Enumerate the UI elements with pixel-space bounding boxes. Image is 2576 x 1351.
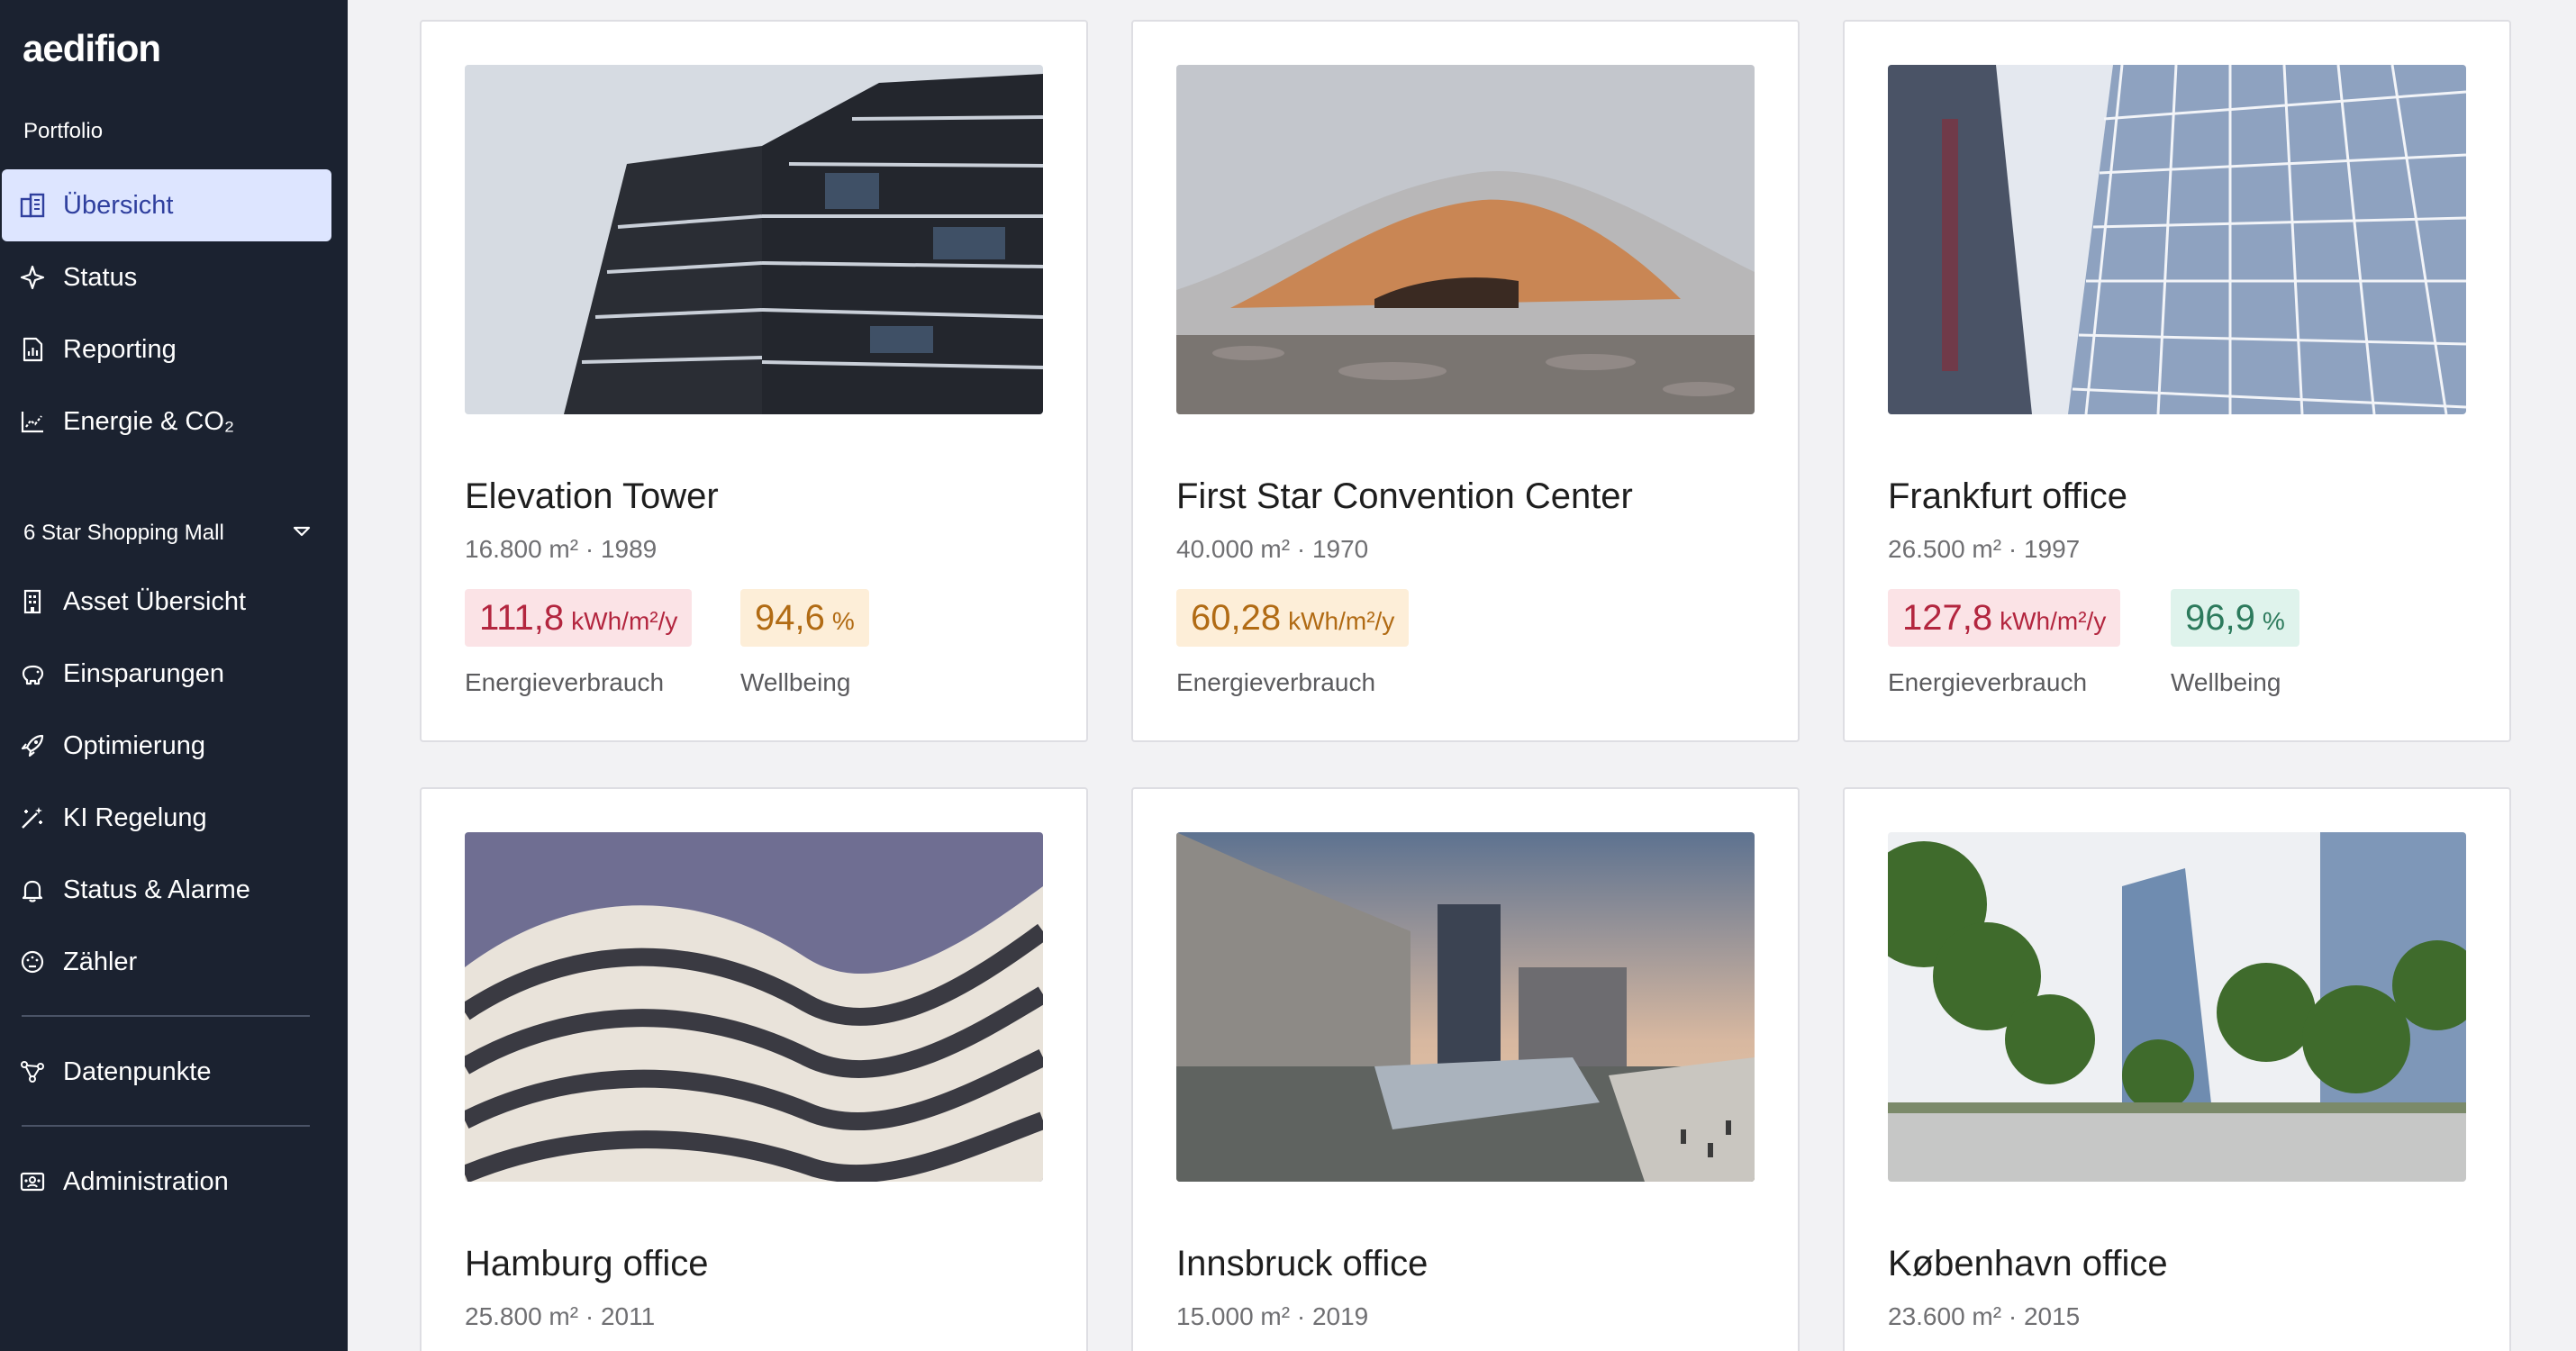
building-card-first-star[interactable]: First Star Convention Center 40.000 m² ·… bbox=[1131, 20, 1800, 742]
sidebar-item-label: Übersicht bbox=[63, 190, 174, 220]
sidebar-item-label: Reporting bbox=[63, 334, 177, 364]
building-name[interactable]: First Star Convention Center bbox=[1176, 476, 1633, 517]
building-photo bbox=[1176, 65, 1755, 414]
metric-badge: 60,28 kWh/m²/y bbox=[1176, 589, 1410, 647]
metric-badge: 94,6 % bbox=[740, 589, 869, 647]
sidebar-item-ki-regelung[interactable]: KI Regelung bbox=[2, 782, 331, 854]
gauge-icon bbox=[18, 948, 47, 976]
building-name[interactable]: Innsbruck office bbox=[1176, 1244, 1428, 1284]
sidebar-item-administration[interactable]: Administration bbox=[2, 1146, 331, 1218]
metric-unit: kWh/m²/y bbox=[2000, 607, 2107, 635]
sidebar-item-status[interactable]: Status bbox=[2, 241, 331, 313]
metric-value: 94,6 bbox=[755, 598, 825, 638]
admin-icon bbox=[18, 1167, 47, 1196]
metric-value: 60,28 bbox=[1191, 598, 1282, 638]
building-photo bbox=[465, 832, 1043, 1182]
sidebar-item-datenpunkte[interactable]: Datenpunkte bbox=[2, 1036, 331, 1108]
building-name[interactable]: København office bbox=[1888, 1244, 2168, 1284]
sidebar-item-label: Datenpunkte bbox=[63, 1056, 212, 1086]
building-meta: 26.500 m² · 1997 bbox=[1888, 535, 2081, 563]
metric-unit: kWh/m²/y bbox=[1288, 607, 1395, 635]
building-card-innsbruck[interactable]: Innsbruck office 15.000 m² · 2019 bbox=[1131, 787, 1800, 1351]
building-card-koebenhavn[interactable]: København office 23.600 m² · 2015 bbox=[1843, 787, 2511, 1351]
building-meta: 25.800 m² · 2011 bbox=[465, 1302, 656, 1330]
metric-label: Energieverbrauch bbox=[1888, 668, 2088, 696]
metric-badge: 96,9 % bbox=[2171, 589, 2299, 647]
sidebar-item-label: Zähler bbox=[63, 947, 138, 976]
metric-badge: 111,8 kWh/m²/y bbox=[465, 589, 693, 647]
sidebar-divider bbox=[22, 1125, 310, 1127]
metric-label: Wellbeing bbox=[740, 668, 851, 696]
building-photo bbox=[1176, 832, 1755, 1182]
building-meta: 23.600 m² · 2015 bbox=[1888, 1302, 2081, 1330]
chevron-down-icon bbox=[292, 524, 312, 543]
building-icon bbox=[18, 587, 47, 616]
building-card-hamburg[interactable]: Hamburg office 25.800 m² · 2011 bbox=[420, 787, 1088, 1351]
metric-label: Energieverbrauch bbox=[1176, 668, 1376, 696]
sidebar: aedifion Portfolio Übersicht Status Repo… bbox=[0, 0, 348, 1351]
metric-energy: 127,8 kWh/m²/y Energieverbrauch bbox=[1888, 589, 2121, 697]
building-name[interactable]: Frankfurt office bbox=[1888, 476, 2127, 517]
metric-value: 127,8 bbox=[1902, 598, 1993, 638]
sidebar-item-label: Asset Übersicht bbox=[63, 586, 247, 616]
metric-energy: 60,28 kWh/m²/y Energieverbrauch bbox=[1176, 589, 1410, 697]
metric-wellbeing: 94,6 % Wellbeing bbox=[740, 589, 869, 697]
metric-wellbeing: 96,9 % Wellbeing bbox=[2171, 589, 2299, 697]
metric-value: 111,8 bbox=[479, 598, 565, 638]
sidebar-item-optimierung[interactable]: Optimierung bbox=[2, 710, 331, 782]
sidebar-item-label: Status & Alarme bbox=[63, 875, 250, 904]
bell-icon bbox=[18, 875, 47, 904]
metric-badge: 127,8 kWh/m²/y bbox=[1888, 589, 2121, 647]
report-icon bbox=[18, 335, 47, 364]
sidebar-item-label: Einsparungen bbox=[63, 658, 224, 688]
metric-unit: % bbox=[2262, 607, 2285, 635]
sidebar-item-einsparungen[interactable]: Einsparungen bbox=[2, 638, 331, 710]
building-card-frankfurt[interactable]: Frankfurt office 26.500 m² · 1997 127,8 … bbox=[1843, 20, 2511, 742]
magic-wand-icon bbox=[18, 803, 47, 832]
building-card-elevation-tower[interactable]: Elevation Tower 16.800 m² · 1989 111,8 k… bbox=[420, 20, 1088, 742]
sidebar-item-status-alarme[interactable]: Status & Alarme bbox=[2, 854, 331, 926]
building-photo bbox=[465, 65, 1043, 414]
building-photo bbox=[1888, 832, 2466, 1182]
metric-label: Wellbeing bbox=[2171, 668, 2281, 696]
sidebar-item-label: Status bbox=[63, 262, 138, 292]
building-photo bbox=[1888, 65, 2466, 414]
app-logo[interactable]: aedifion bbox=[23, 27, 161, 70]
sidebar-item-energie[interactable]: Energie & CO₂ bbox=[2, 385, 331, 458]
metric-label: Energieverbrauch bbox=[465, 668, 665, 696]
sidebar-item-label: Energie & CO₂ bbox=[63, 406, 235, 436]
sidebar-item-zaehler[interactable]: Zähler bbox=[2, 926, 331, 998]
sidebar-item-asset-uebersicht[interactable]: Asset Übersicht bbox=[2, 566, 331, 638]
sidebar-divider bbox=[22, 1015, 310, 1017]
buildings-icon bbox=[18, 191, 47, 220]
asset-select[interactable]: 6 Star Shopping Mall bbox=[23, 515, 312, 551]
building-meta: 15.000 m² · 2019 bbox=[1176, 1302, 1369, 1330]
sidebar-item-label: KI Regelung bbox=[63, 802, 207, 832]
metric-energy: 111,8 kWh/m²/y Energieverbrauch bbox=[465, 589, 693, 697]
rocket-icon bbox=[18, 731, 47, 760]
sparkle-icon bbox=[18, 263, 47, 292]
sidebar-item-label: Administration bbox=[63, 1166, 229, 1196]
building-meta: 40.000 m² · 1970 bbox=[1176, 535, 1369, 563]
sidebar-item-reporting[interactable]: Reporting bbox=[2, 313, 331, 385]
sidebar-item-label: Optimierung bbox=[63, 730, 205, 760]
metric-value: 96,9 bbox=[2185, 598, 2255, 638]
building-name[interactable]: Hamburg office bbox=[465, 1244, 709, 1284]
metric-unit: kWh/m²/y bbox=[571, 607, 678, 635]
portfolio-section-label: Portfolio bbox=[23, 119, 104, 143]
metric-unit: % bbox=[831, 607, 855, 635]
nodes-icon bbox=[18, 1057, 47, 1086]
piggy-bank-icon bbox=[18, 659, 47, 688]
building-name[interactable]: Elevation Tower bbox=[465, 476, 719, 517]
line-chart-icon bbox=[18, 407, 47, 436]
building-meta: 16.800 m² · 1989 bbox=[465, 535, 658, 563]
sidebar-item-uebersicht[interactable]: Übersicht bbox=[2, 169, 331, 241]
asset-select-value: 6 Star Shopping Mall bbox=[23, 521, 224, 545]
